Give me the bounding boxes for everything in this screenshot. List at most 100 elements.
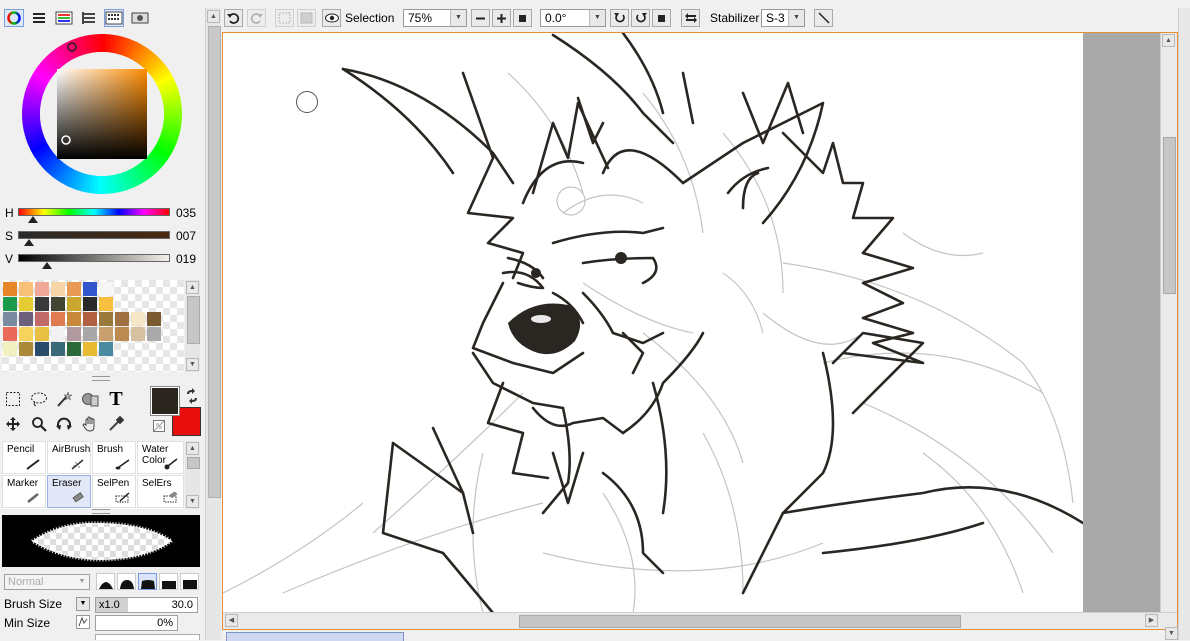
swatch-grid-icon[interactable] bbox=[104, 9, 124, 27]
color-swatch[interactable] bbox=[19, 282, 33, 296]
chevron-down-icon[interactable]: ▼ bbox=[75, 575, 89, 589]
left-scroll-up-icon[interactable]: ▲ bbox=[207, 10, 220, 23]
color-swatch[interactable] bbox=[51, 327, 65, 341]
zoom-icon[interactable] bbox=[28, 413, 50, 435]
shape-hard-icon[interactable] bbox=[138, 573, 157, 590]
text-tool-icon[interactable]: T bbox=[105, 388, 127, 410]
left-scroll-thumb[interactable] bbox=[208, 26, 221, 498]
color-swatch[interactable] bbox=[67, 297, 81, 311]
invert-selection-icon[interactable] bbox=[297, 9, 316, 27]
color-swatch[interactable] bbox=[19, 327, 33, 341]
hue-marker[interactable] bbox=[28, 216, 39, 223]
color-swatch[interactable] bbox=[51, 297, 65, 311]
color-swatch[interactable] bbox=[35, 312, 49, 326]
magic-wand-icon[interactable] bbox=[53, 388, 75, 410]
brush-selers[interactable]: SelErs bbox=[137, 475, 184, 508]
color-swatch[interactable] bbox=[83, 342, 97, 356]
color-swatch[interactable] bbox=[147, 327, 161, 341]
brush-scroll-up-icon[interactable]: ▲ bbox=[186, 442, 199, 455]
brush-size-field[interactable]: x1.0 30.0 bbox=[95, 597, 198, 613]
color-swatch[interactable] bbox=[35, 327, 49, 341]
rotation-dropdown[interactable]: 0.0° ▼ bbox=[540, 9, 606, 27]
drawing-canvas[interactable] bbox=[223, 33, 1083, 613]
min-size-field[interactable]: 0% bbox=[95, 615, 178, 631]
color-swatch[interactable] bbox=[99, 282, 113, 296]
value-bar[interactable] bbox=[18, 254, 170, 262]
brush-eraser[interactable]: Eraser bbox=[47, 475, 91, 508]
brush-size-dropdown-icon[interactable]: ▼ bbox=[76, 597, 90, 611]
hand-icon[interactable] bbox=[79, 413, 101, 435]
rotate-cw-icon[interactable] bbox=[631, 9, 650, 27]
hsv-slider-icon[interactable] bbox=[79, 9, 99, 27]
shape-square-icon[interactable] bbox=[180, 573, 199, 590]
shape-soft-icon[interactable] bbox=[96, 573, 115, 590]
canvas-scroll-left-icon[interactable]: ◀ bbox=[225, 614, 238, 627]
lasso-icon[interactable] bbox=[28, 388, 50, 410]
brush-scroll-down-icon[interactable]: ▼ bbox=[186, 495, 199, 508]
select-pen-icon[interactable] bbox=[79, 388, 101, 410]
color-swatch[interactable] bbox=[19, 297, 33, 311]
color-swatch[interactable] bbox=[19, 312, 33, 326]
color-swatch[interactable] bbox=[99, 312, 113, 326]
color-swatch[interactable] bbox=[99, 327, 113, 341]
color-swatch[interactable] bbox=[67, 312, 81, 326]
canvas-scroll-up-icon[interactable]: ▲ bbox=[1162, 34, 1175, 47]
saturation-bar[interactable] bbox=[18, 231, 170, 239]
shape-flat-icon[interactable] bbox=[159, 573, 178, 590]
color-slider-icon[interactable] bbox=[29, 9, 49, 27]
rotation-reset-icon[interactable] bbox=[652, 9, 671, 27]
rotate-ccw-icon[interactable] bbox=[610, 9, 629, 27]
stabilizer-dropdown[interactable]: S-3 ▼ bbox=[761, 9, 805, 27]
zoom-dropdown[interactable]: 75% ▼ bbox=[403, 9, 467, 27]
rgb-slider-icon[interactable] bbox=[54, 9, 74, 27]
deselect-icon[interactable] bbox=[275, 9, 294, 27]
canvas-vertical-scrollbar[interactable]: ▲ bbox=[1160, 33, 1177, 613]
move-icon[interactable] bbox=[2, 413, 24, 435]
color-swatch[interactable] bbox=[51, 312, 65, 326]
transparent-color-icon[interactable] bbox=[153, 420, 165, 432]
color-swatch[interactable] bbox=[83, 282, 97, 296]
selection-visibility-icon[interactable] bbox=[322, 9, 341, 27]
color-swatch[interactable] bbox=[131, 327, 145, 341]
flip-horizontal-icon[interactable] bbox=[681, 9, 700, 27]
blend-mode-select[interactable]: Normal ▼ bbox=[4, 574, 90, 590]
canvas-area[interactable]: ▲ ◀ ▶ bbox=[222, 32, 1178, 630]
brush-brush[interactable]: Brush bbox=[92, 441, 136, 474]
color-swatch[interactable] bbox=[67, 342, 81, 356]
color-swatch[interactable] bbox=[99, 342, 113, 356]
brush-scroll-thumb[interactable] bbox=[187, 457, 200, 469]
color-swatch[interactable] bbox=[35, 282, 49, 296]
color-swatch[interactable] bbox=[67, 327, 81, 341]
rotate-icon[interactable] bbox=[53, 413, 75, 435]
color-swatch[interactable] bbox=[131, 312, 145, 326]
eyedropper-icon[interactable] bbox=[105, 413, 127, 435]
swatch-scroll-down-icon[interactable]: ▼ bbox=[186, 358, 199, 371]
scratchpad-icon[interactable] bbox=[130, 9, 150, 27]
corner-scroll-icon[interactable]: ▼ bbox=[1165, 627, 1178, 640]
color-swatch[interactable] bbox=[51, 342, 65, 356]
zoom-out-icon[interactable] bbox=[471, 9, 490, 27]
color-swatch[interactable] bbox=[51, 282, 65, 296]
swatch-scroll-up-icon[interactable]: ▲ bbox=[186, 281, 199, 294]
color-swatch[interactable] bbox=[3, 297, 17, 311]
color-swatch[interactable] bbox=[83, 312, 97, 326]
brush-watercolor[interactable]: Water Color bbox=[137, 441, 184, 474]
density-field[interactable] bbox=[95, 634, 200, 640]
pressure-icon[interactable] bbox=[76, 615, 90, 629]
zoom-in-icon[interactable] bbox=[492, 9, 511, 27]
color-swatch[interactable] bbox=[35, 342, 49, 356]
brush-selpen[interactable]: SelPen bbox=[92, 475, 136, 508]
brush-airbrush[interactable]: AirBrush bbox=[47, 441, 91, 474]
foreground-color-swatch[interactable] bbox=[150, 386, 180, 416]
brush-scrollbar[interactable]: ▲ ▼ bbox=[185, 441, 200, 509]
panel-splitter-2[interactable] bbox=[92, 509, 110, 514]
saturation-slider[interactable]: S 007 bbox=[0, 227, 205, 246]
color-swatch[interactable] bbox=[115, 312, 129, 326]
canvas-vscroll-thumb[interactable] bbox=[1163, 137, 1176, 294]
brush-pencil[interactable]: Pencil bbox=[2, 441, 46, 474]
color-swatch[interactable] bbox=[3, 312, 17, 326]
canvas-horizontal-scrollbar[interactable]: ◀ ▶ bbox=[223, 612, 1177, 629]
color-wheel[interactable] bbox=[20, 32, 184, 196]
swatch-scroll-thumb[interactable] bbox=[187, 296, 200, 344]
redo-icon[interactable] bbox=[247, 9, 266, 27]
